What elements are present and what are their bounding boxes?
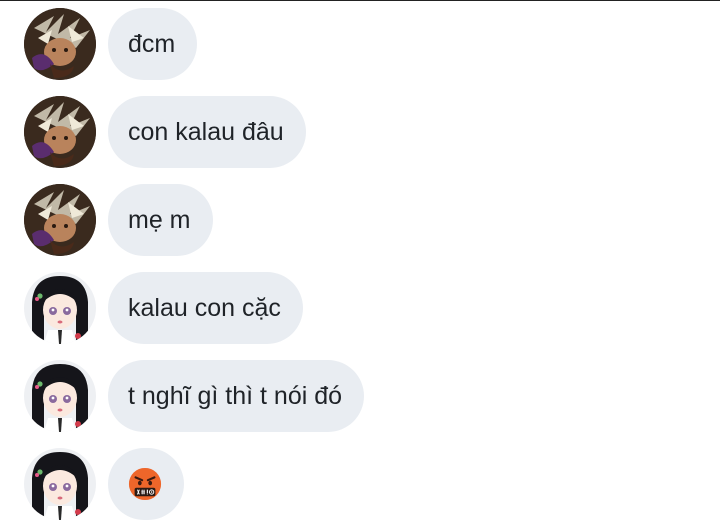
message-text: t nghĩ gì thì t nói đó (128, 381, 343, 410)
message-row: con kalau đâu (24, 96, 306, 168)
face-with-symbols-on-mouth-icon (128, 467, 162, 501)
avatar-icon[interactable] (24, 448, 96, 520)
message-row: mẹ m (24, 184, 213, 256)
message-row: t nghĩ gì thì t nói đó (24, 360, 365, 432)
message-text: con kalau đâu (128, 117, 284, 146)
message-row: đcm (24, 8, 198, 80)
message-bubble[interactable]: đcm (108, 8, 198, 80)
message-bubble[interactable]: t nghĩ gì thì t nói đó (108, 360, 365, 432)
message-bubble[interactable]: mẹ m (108, 184, 213, 256)
message-text: mẹ m (128, 205, 191, 234)
message-bubble[interactable]: kalau con cặc (108, 272, 303, 344)
message-text: kalau con cặc (128, 293, 281, 322)
message-row (24, 448, 184, 520)
message-bubble[interactable]: con kalau đâu (108, 96, 306, 168)
message-text: đcm (128, 29, 176, 58)
avatar-icon[interactable] (24, 272, 96, 344)
message-bubble[interactable] (108, 448, 184, 520)
top-divider (0, 0, 720, 1)
avatar-icon[interactable] (24, 96, 96, 168)
avatar-icon[interactable] (24, 184, 96, 256)
message-row: kalau con cặc (24, 272, 303, 344)
avatar-icon[interactable] (24, 8, 96, 80)
avatar-icon[interactable] (24, 360, 96, 432)
